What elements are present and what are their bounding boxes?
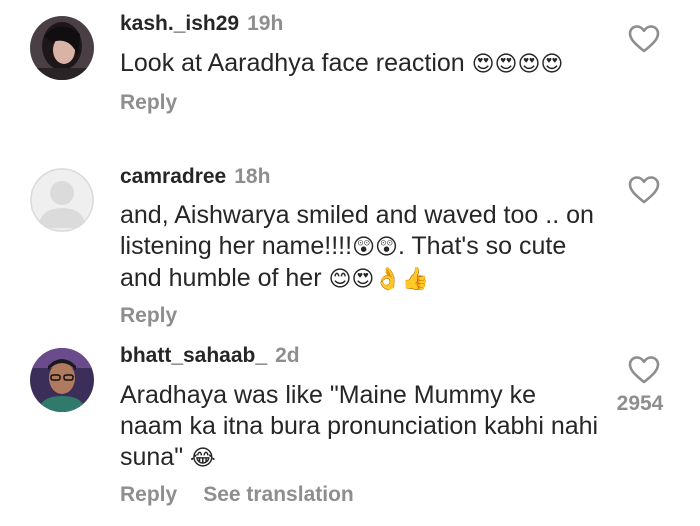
comment-text: and, Aishwarya smiled and waved too .. o…: [120, 200, 600, 295]
comment-text: Aradhaya was like "Maine Mummy ke naam k…: [120, 380, 600, 474]
reply-button[interactable]: Reply: [120, 483, 177, 506]
astonished-emoji: 😲😲: [352, 235, 398, 260]
see-translation-button[interactable]: See translation: [203, 483, 354, 506]
user-photo-icon: [30, 348, 94, 412]
heart-eyes-emoji: 😍😍😍😍: [471, 52, 564, 77]
like-count: 2954: [616, 392, 664, 415]
timestamp: 2d: [275, 344, 300, 367]
heart-icon: [628, 176, 660, 204]
reply-button[interactable]: Reply: [120, 91, 177, 114]
comment-meta: kash._ish29 19h: [120, 11, 283, 37]
heart-icon: [628, 356, 660, 384]
smile-heart-ok-thumbs-emoji: 😊😍👌👍: [328, 267, 430, 292]
like-button[interactable]: [627, 355, 661, 385]
reply-button[interactable]: Reply: [120, 304, 177, 327]
comment-actions: Reply: [120, 91, 203, 115]
default-profile-icon: [30, 168, 94, 232]
comment-actions: Reply: [120, 304, 203, 328]
timestamp: 19h: [247, 12, 284, 35]
username[interactable]: kash._ish29: [120, 12, 239, 35]
comment-body: Look at Aaradhya face reaction: [120, 49, 472, 77]
heart-icon: [628, 25, 660, 53]
tears-of-joy-emoji: 😂: [190, 446, 216, 471]
avatar[interactable]: [30, 168, 94, 232]
username[interactable]: camradree: [120, 165, 226, 188]
username[interactable]: bhatt_sahaab_: [120, 344, 267, 367]
timestamp: 18h: [234, 165, 271, 188]
avatar[interactable]: [30, 16, 94, 80]
comment-meta: bhatt_sahaab_ 2d: [120, 343, 300, 369]
like-button[interactable]: [627, 24, 661, 54]
comment-text: Look at Aaradhya face reaction 😍😍😍😍: [120, 48, 600, 80]
like-button[interactable]: [627, 175, 661, 205]
user-photo-icon: [30, 16, 94, 80]
comment-meta: camradree 18h: [120, 164, 270, 190]
comment-actions: Reply See translation: [120, 483, 380, 507]
avatar[interactable]: [30, 348, 94, 412]
